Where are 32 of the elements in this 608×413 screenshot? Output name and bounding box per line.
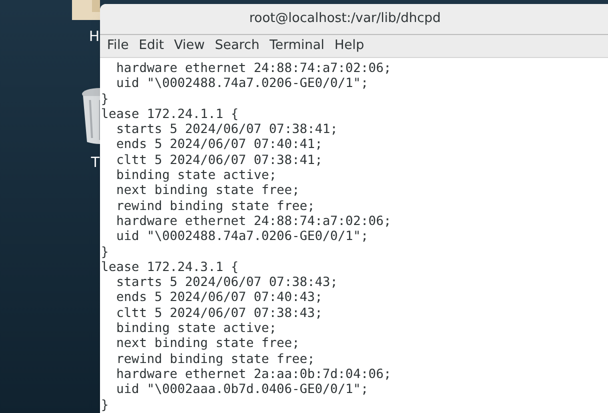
- terminal-line: binding state active;: [115, 320, 277, 336]
- desktop-icon-label: T: [91, 154, 100, 173]
- desktop-icon-label: H: [89, 28, 100, 47]
- terminal-line: hardware ethernet 24:88:74:a7:02:06;: [115, 60, 392, 76]
- menu-item[interactable]: File: [102, 36, 134, 56]
- menu-item[interactable]: Help: [329, 36, 370, 56]
- terminal-line: rewind binding state free;: [115, 350, 315, 366]
- menu-item[interactable]: Search: [210, 36, 264, 56]
- terminal-line: hardware ethernet 24:88:74:a7:02:06;: [115, 212, 392, 228]
- terminal-line: cltt 5 2024/06/07 07:38:41;: [115, 152, 323, 168]
- terminal-line: uid "\0002488.74a7.0206-GE0/0/1";: [115, 75, 368, 91]
- terminal-line: lease 172.24.1.1 {: [101, 106, 238, 122]
- terminal-line: starts 5 2024/06/07 07:38:43;: [115, 274, 338, 290]
- menu-item[interactable]: View: [168, 36, 210, 56]
- terminal-line: ends 5 2024/06/07 07:40:41;: [115, 136, 323, 152]
- terminal-line: starts 5 2024/06/07 07:38:41;: [115, 121, 338, 136]
- menu-item[interactable]: Terminal: [264, 36, 330, 56]
- terminal-line: rewind binding state free;: [115, 198, 315, 213]
- terminal-line: }: [101, 244, 109, 259]
- terminal-line: next binding state free;: [115, 182, 300, 198]
- terminal-line: cltt 5 2024/06/07 07:38:43;: [115, 304, 323, 320]
- terminal-line: }: [101, 90, 109, 106]
- terminal-line: ends 5 2024/06/07 07:40:43;: [115, 289, 323, 305]
- terminal-line: uid "\0002aaa.0b7d.0406-GE0/0/1";: [115, 381, 368, 397]
- menu-item[interactable]: Edit: [134, 36, 169, 56]
- terminal-line: uid "\0002488.74a7.0206-GE0/0/1";: [115, 228, 368, 244]
- window-title: root@localhost:/var/lib/dhcpd: [249, 10, 441, 28]
- terminal-line: next binding state free;: [115, 335, 300, 351]
- terminal-line: hardware ethernet 2a:aa:0b:7d:04:06;: [115, 366, 392, 382]
- terminal-line: binding state active;: [115, 167, 277, 182]
- terminal-line: lease 172.24.3.1 {: [101, 258, 238, 274]
- terminal-line: }: [101, 396, 109, 412]
